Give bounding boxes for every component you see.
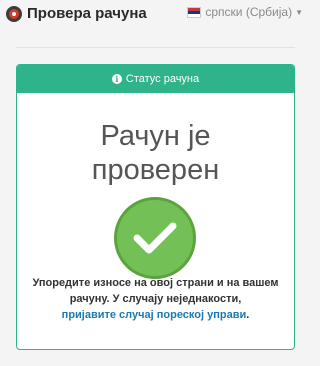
checkmark-icon bbox=[114, 197, 196, 279]
report-link[interactable]: пријавите случај пореској управи bbox=[62, 309, 247, 321]
compare-message: Упоредите износе на овој страни и на ваш… bbox=[17, 275, 294, 323]
app-header: Провера рачуна српски (Србија) ▼ bbox=[0, 0, 311, 34]
status-card: i Статус рачуна Рачун је проверен Упоред… bbox=[16, 64, 295, 350]
card-header: i Статус рачуна bbox=[17, 65, 294, 93]
chevron-down-icon: ▼ bbox=[295, 7, 303, 17]
message-text: Упоредите износе на овој страни и на ваш… bbox=[32, 277, 279, 305]
message-period: . bbox=[246, 309, 250, 321]
card-heading: Статус рачуна bbox=[125, 73, 200, 85]
info-icon: i bbox=[111, 74, 122, 84]
language-selector[interactable]: српски (Србија) ▼ bbox=[187, 5, 303, 19]
status-line-2: проверен bbox=[91, 154, 220, 186]
serbia-flag-icon bbox=[187, 6, 202, 18]
page-title: Провера рачуна bbox=[27, 5, 147, 22]
status-title: Рачун је проверен bbox=[17, 119, 294, 187]
divider bbox=[16, 47, 295, 48]
language-label: српски (Србија) bbox=[205, 5, 293, 19]
status-line-1: Рачун је bbox=[100, 120, 211, 152]
app-logo-icon bbox=[6, 6, 22, 22]
